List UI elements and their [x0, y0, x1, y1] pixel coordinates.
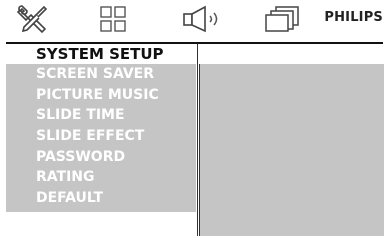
- menu-item-slide-time[interactable]: SLIDE TIME: [6, 105, 196, 126]
- page-title: SYSTEM SETUP: [6, 44, 226, 64]
- options-pane: [199, 64, 384, 236]
- audio-speaker-icon[interactable]: [181, 4, 225, 34]
- brand-logo: PHILIPS: [324, 10, 383, 25]
- menu-item-slide-effect[interactable]: SLIDE EFFECT: [6, 126, 196, 147]
- menu-item-picture-music[interactable]: PICTURE MUSIC: [6, 85, 196, 106]
- picture-frames-icon[interactable]: [262, 4, 302, 34]
- menu-item-screen-saver[interactable]: SCREEN SAVER: [6, 64, 196, 85]
- setup-panel: SYSTEM SETUP SCREEN SAVER PICTURE MUSIC …: [6, 42, 384, 236]
- top-toolbar: PHILIPS: [0, 0, 388, 40]
- menu-item-rating[interactable]: RATING: [6, 167, 196, 188]
- setup-menu: SCREEN SAVER PICTURE MUSIC SLIDE TIME SL…: [6, 64, 196, 209]
- menu-pane-footer: [6, 212, 196, 236]
- panel-divider: [197, 44, 198, 236]
- menu-item-default[interactable]: DEFAULT: [6, 188, 196, 209]
- tools-icon[interactable]: [16, 4, 50, 34]
- menu-item-password[interactable]: PASSWORD: [6, 147, 196, 168]
- grid-icon[interactable]: [99, 5, 127, 33]
